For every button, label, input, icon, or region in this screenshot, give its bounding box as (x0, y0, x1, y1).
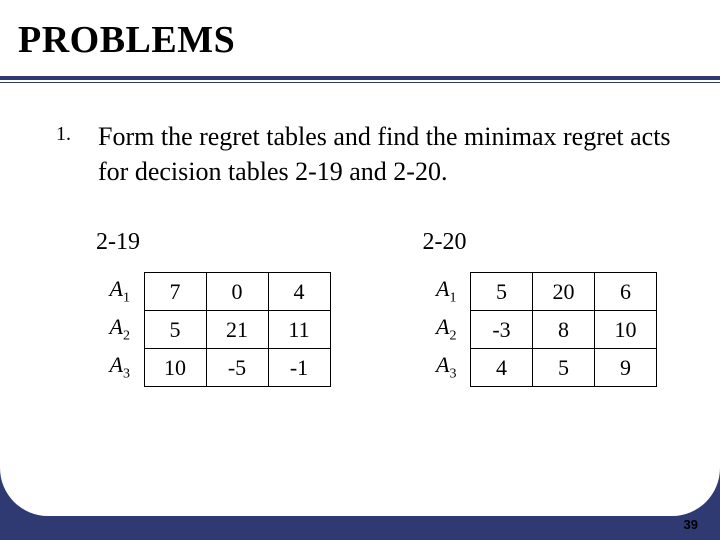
row-header: A3 (423, 349, 471, 387)
row-header: A2 (96, 311, 144, 349)
item-text: Form the regret tables and find the mini… (98, 119, 672, 189)
table-row: A1 7 0 4 (96, 273, 330, 311)
row-header: A1 (96, 273, 144, 311)
cell: 6 (595, 273, 657, 311)
cell: -1 (268, 349, 330, 387)
cell: 21 (206, 311, 268, 349)
table-right-label: 2-20 (423, 229, 658, 256)
item-number: 1. (56, 119, 76, 189)
tables-row: 2-19 A1 7 0 4 A2 5 21 11 A3 (56, 229, 672, 387)
table-row: A3 4 5 9 (423, 349, 657, 387)
table-row: A2 5 21 11 (96, 311, 330, 349)
page-number: 39 (684, 517, 698, 532)
cell: 20 (533, 273, 595, 311)
cell: 5 (471, 273, 533, 311)
row-header: A3 (96, 349, 144, 387)
cell: 5 (533, 349, 595, 387)
table-row: A3 10 -5 -1 (96, 349, 330, 387)
cell: -3 (471, 311, 533, 349)
cell: 4 (268, 273, 330, 311)
cell: 10 (144, 349, 206, 387)
table-right-block: 2-20 A1 5 20 6 A2 -3 8 10 A3 (423, 229, 658, 387)
table-left: A1 7 0 4 A2 5 21 11 A3 10 -5 (96, 272, 331, 387)
cell: 9 (595, 349, 657, 387)
table-right: A1 5 20 6 A2 -3 8 10 A3 4 5 (423, 272, 658, 387)
title-underline (0, 76, 720, 83)
cell: 5 (144, 311, 206, 349)
row-header: A1 (423, 273, 471, 311)
cell: 8 (533, 311, 595, 349)
cell: -5 (206, 349, 268, 387)
slide-card: PROBLEMS 1. Form the regret tables and f… (0, 0, 720, 516)
slide-title: PROBLEMS (0, 0, 720, 68)
table-left-block: 2-19 A1 7 0 4 A2 5 21 11 A3 (96, 229, 331, 387)
table-row: A1 5 20 6 (423, 273, 657, 311)
cell: 4 (471, 349, 533, 387)
cell: 7 (144, 273, 206, 311)
table-row: A2 -3 8 10 (423, 311, 657, 349)
slide-body: 1. Form the regret tables and find the m… (0, 83, 720, 387)
cell: 0 (206, 273, 268, 311)
cell: 11 (268, 311, 330, 349)
row-header: A2 (423, 311, 471, 349)
table-left-label: 2-19 (96, 229, 331, 256)
cell: 10 (595, 311, 657, 349)
problem-item: 1. Form the regret tables and find the m… (56, 119, 672, 189)
